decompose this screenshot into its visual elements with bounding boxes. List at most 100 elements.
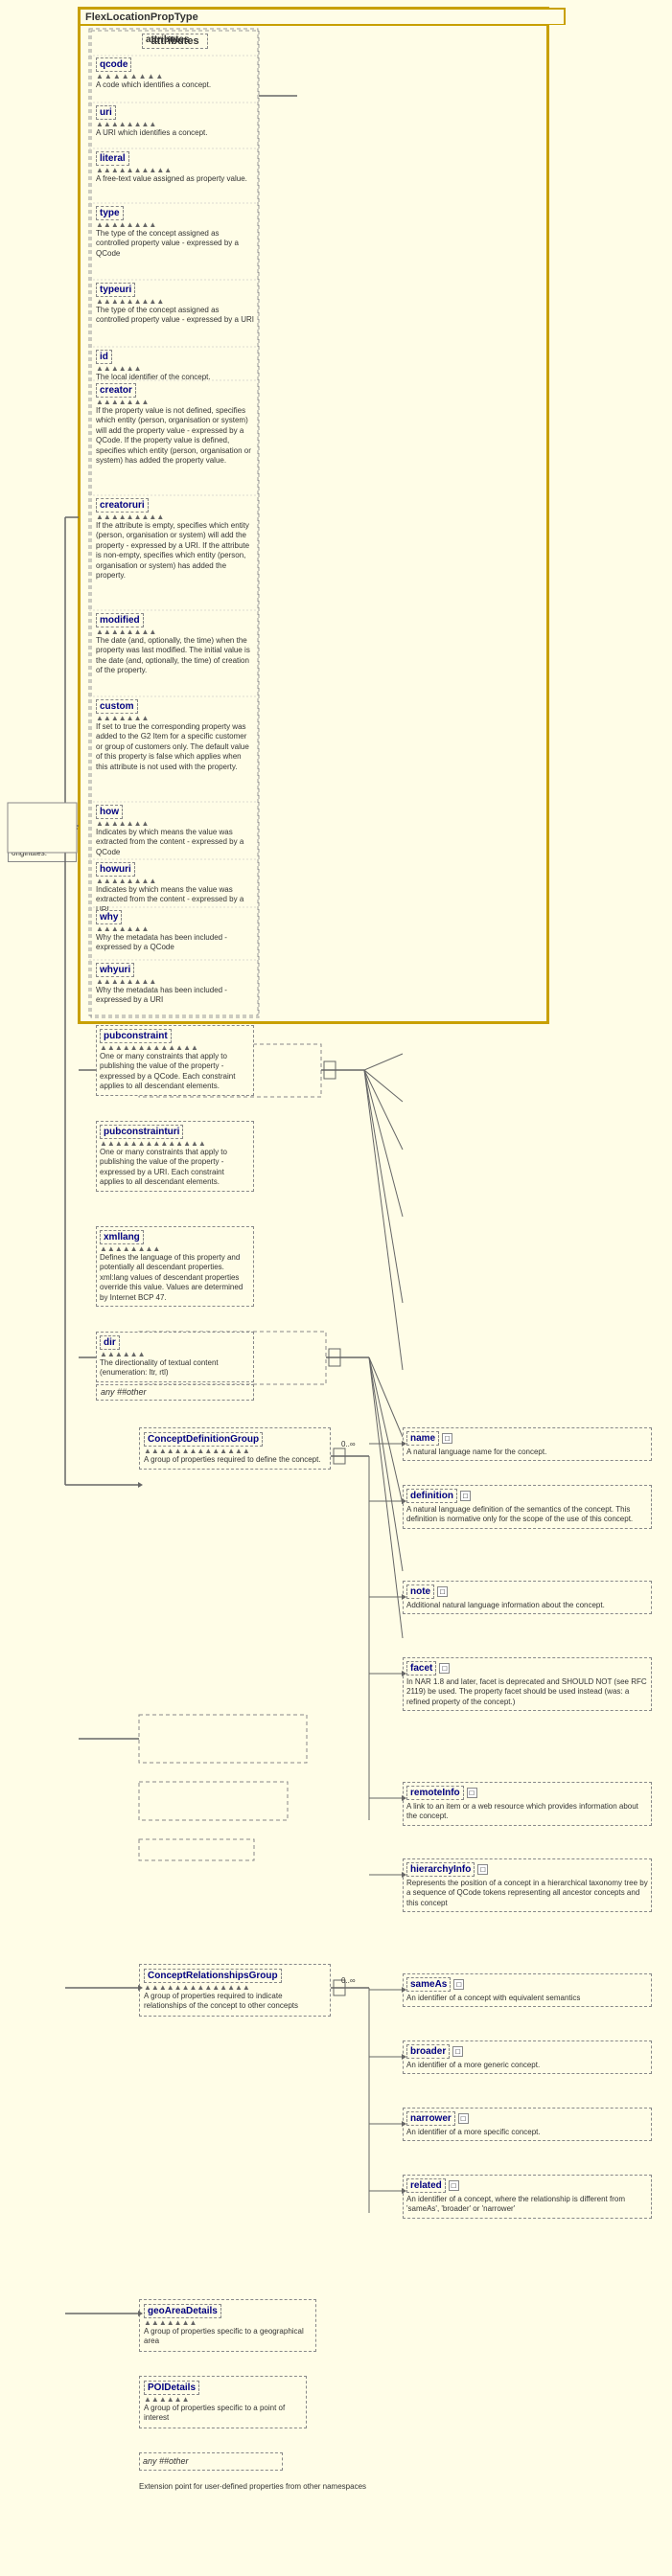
attr-dir: dir ▲▲▲▲▲▲ The directionality of textual… — [96, 1332, 254, 1382]
concept-def-group-name: ConceptDefinitionGroup — [144, 1432, 263, 1447]
any-other-attr-label: any ##other — [101, 1387, 147, 1397]
attr-dots-id: ▲▲▲▲▲▲ — [96, 364, 254, 373]
attr-dots-dir: ▲▲▲▲▲▲ — [100, 1350, 250, 1358]
attr-name-whyuri: whyuri — [96, 963, 134, 977]
attr-dots-modified: ▲▲▲▲▲▲▲▲ — [96, 627, 254, 636]
attr-desc-dir: The directionality of textual content (e… — [100, 1358, 250, 1379]
rp-broader-desc: An identifier of a more generic concept. — [406, 2061, 648, 2070]
located-name: located — [12, 807, 50, 820]
rp-note-box: note □ Additional natural language infor… — [403, 1581, 652, 1614]
rp-narrower-desc: An identifier of a more specific concept… — [406, 2128, 648, 2137]
rp-note-desc: Additional natural language information … — [406, 1601, 648, 1610]
located-dots: ▲▲▲▲▲▲▲▲ — [12, 822, 73, 829]
rp-remoteinfo-desc: A link to an item or a web resource whic… — [406, 1802, 648, 1822]
attr-why: why ▲▲▲▲▲▲▲ Why the metadata has been in… — [96, 910, 254, 953]
rp-hierarchyinfo-badge: □ — [477, 1864, 488, 1875]
rp-hierarchyinfo-label: hierarchyInfo — [406, 1862, 475, 1877]
concept-rel-group-desc: A group of properties required to indica… — [144, 1992, 326, 2012]
rp-remoteinfo-badge: □ — [467, 1788, 477, 1798]
rp-sameas-box: sameAs □ An identifier of a concept with… — [403, 1973, 652, 2007]
rp-name-label: name — [406, 1431, 439, 1446]
attr-name-dir: dir — [100, 1335, 120, 1350]
main-title-bar: FlexLocationPropType — [79, 8, 566, 25]
concept-definition-group-box: ConceptDefinitionGroup ▲▲▲▲▲▲▲▲▲▲▲▲▲▲ A … — [139, 1427, 331, 1470]
attr-dots-qcode: ▲▲▲▲▲▲▲▲ — [96, 72, 254, 80]
attr-dots-creatoruri: ▲▲▲▲▲▲▲▲▲ — [96, 513, 254, 521]
attr-custom: custom ▲▲▲▲▲▲▲ If set to true the corres… — [96, 699, 254, 772]
located-desc: The location from which the content orig… — [12, 829, 73, 858]
geo-area-details-box: geoAreaDetails ▲▲▲▲▲▲▲ A group of proper… — [139, 2299, 316, 2352]
attr-name-creatoruri: creatoruri — [96, 498, 149, 513]
attr-name-id: id — [96, 350, 112, 364]
rp-related-badge: □ — [449, 2180, 459, 2191]
attr-creatoruri: creatoruri ▲▲▲▲▲▲▲▲▲ If the attribute is… — [96, 498, 254, 581]
attr-dots-typeuri: ▲▲▲▲▲▲▲▲▲ — [96, 297, 254, 306]
attr-name-custom: custom — [96, 699, 138, 714]
attr-desc-pubconstraint: One or many constraints that apply to pu… — [100, 1052, 250, 1092]
attr-desc-creator: If the property value is not defined, sp… — [96, 406, 254, 466]
attr-desc-creatoruri: If the attribute is empty, specifies whi… — [96, 521, 254, 581]
rp-definition-box: definition □ A natural language definiti… — [403, 1485, 652, 1529]
rp-definition-badge: □ — [460, 1491, 471, 1501]
rp-name-badge: □ — [442, 1433, 452, 1444]
attr-desc-id: The local identifier of the concept. — [96, 373, 254, 382]
attr-xmllang: xmllang ▲▲▲▲▲▲▲▲ Defines the language of… — [96, 1226, 254, 1307]
rp-facet-desc: In NAR 1.8 and later, facet is deprecate… — [406, 1677, 648, 1707]
geo-area-details-desc: A group of properties specific to a geog… — [144, 2327, 312, 2347]
attr-name-howuri: howuri — [96, 862, 135, 877]
rp-narrower-box: narrower □ An identifier of a more speci… — [403, 2108, 652, 2141]
attr-desc-modified: The date (and, optionally, the time) whe… — [96, 636, 254, 676]
rp-name-desc: A natural language name for the concept. — [406, 1448, 648, 1457]
attributes-section-label: attributes — [94, 34, 256, 49]
rp-broader-box: broader □ An identifier of a more generi… — [403, 2040, 652, 2074]
attr-howuri: howuri ▲▲▲▲▲▲▲▲ Indicates by which means… — [96, 862, 254, 915]
attr-dots-xmllang: ▲▲▲▲▲▲▲▲ — [100, 1244, 250, 1253]
attr-name-how: how — [96, 805, 123, 819]
attr-pubconstraint: pubconstraint ▲▲▲▲▲▲▲▲▲▲▲▲▲ One or many … — [96, 1025, 254, 1096]
attr-name-typeuri: typeuri — [96, 283, 135, 297]
rp-sameas-desc: An identifier of a concept with equivale… — [406, 1994, 648, 2003]
attr-whyuri: whyuri ▲▲▲▲▲▲▲▲ Why the metadata has bee… — [96, 963, 254, 1006]
attr-desc-type: The type of the concept assigned as cont… — [96, 229, 254, 259]
attr-dots-howuri: ▲▲▲▲▲▲▲▲ — [96, 877, 254, 885]
attr-dots-creator: ▲▲▲▲▲▲▲ — [96, 398, 254, 406]
poi-details-dots: ▲▲▲▲▲▲ — [144, 2395, 302, 2404]
diagram-title: FlexLocationPropType — [81, 10, 564, 25]
attr-typeuri: typeuri ▲▲▲▲▲▲▲▲▲ The type of the concep… — [96, 283, 254, 326]
any-other-attr-box: any ##other — [96, 1384, 254, 1401]
rp-hierarchyinfo-desc: Represents the position of a concept in … — [406, 1879, 648, 1908]
attr-name-why: why — [96, 910, 122, 924]
attr-desc-uri: A URI which identifies a concept. — [96, 128, 254, 138]
svg-text:0..∞: 0..∞ — [341, 1440, 356, 1448]
rp-broader-label: broader — [406, 2044, 450, 2059]
concept-def-group-dots: ▲▲▲▲▲▲▲▲▲▲▲▲▲▲ — [144, 1447, 326, 1455]
attributes-label: attributes — [142, 34, 207, 49]
attr-dots-how: ▲▲▲▲▲▲▲ — [96, 819, 254, 828]
attr-dots-pubconstraint: ▲▲▲▲▲▲▲▲▲▲▲▲▲ — [100, 1043, 250, 1052]
rp-facet-box: facet □ In NAR 1.8 and later, facet is d… — [403, 1657, 652, 1711]
attr-desc-xmllang: Defines the language of this property an… — [100, 1253, 250, 1303]
rp-narrower-badge: □ — [458, 2113, 469, 2124]
concept-def-group-desc: A group of properties required to define… — [144, 1455, 326, 1465]
attr-literal: literal ▲▲▲▲▲▲▲▲▲▲ A free-text value ass… — [96, 151, 254, 184]
attr-desc-literal: A free-text value assigned as property v… — [96, 174, 254, 184]
attr-id: id ▲▲▲▲▲▲ The local identifier of the co… — [96, 350, 254, 382]
any-other-elem-label: any ##other — [143, 2456, 189, 2466]
located-box: located ▲▲▲▲▲▲▲▲ The location from which… — [8, 803, 77, 862]
attr-name-qcode: qcode — [96, 57, 131, 72]
attr-dots-custom: ▲▲▲▲▲▲▲ — [96, 714, 254, 722]
attr-name-pubconstrainturi: pubconstrainturi — [100, 1125, 183, 1139]
attr-qcode: qcode ▲▲▲▲▲▲▲▲ A code which identifies a… — [96, 57, 254, 90]
geo-area-details-dots: ▲▲▲▲▲▲▲ — [144, 2318, 312, 2327]
attr-desc-why: Why the metadata has been included - exp… — [96, 933, 254, 953]
attr-dots-whyuri: ▲▲▲▲▲▲▲▲ — [96, 977, 254, 986]
attr-name-uri: uri — [96, 105, 116, 120]
poi-details-name: POIDetails — [144, 2381, 199, 2395]
geo-area-details-name: geoAreaDetails — [144, 2304, 221, 2318]
any-other-elem-desc: Extension point for user-defined propert… — [139, 2482, 366, 2491]
attr-name-pubconstraint: pubconstraint — [100, 1029, 172, 1043]
attr-type: type ▲▲▲▲▲▲▲▲ The type of the concept as… — [96, 206, 254, 259]
any-other-elem-box: any ##other — [139, 2452, 283, 2471]
attr-desc-qcode: A code which identifies a concept. — [96, 80, 254, 90]
rp-remoteinfo-label: remoteInfo — [406, 1786, 464, 1800]
